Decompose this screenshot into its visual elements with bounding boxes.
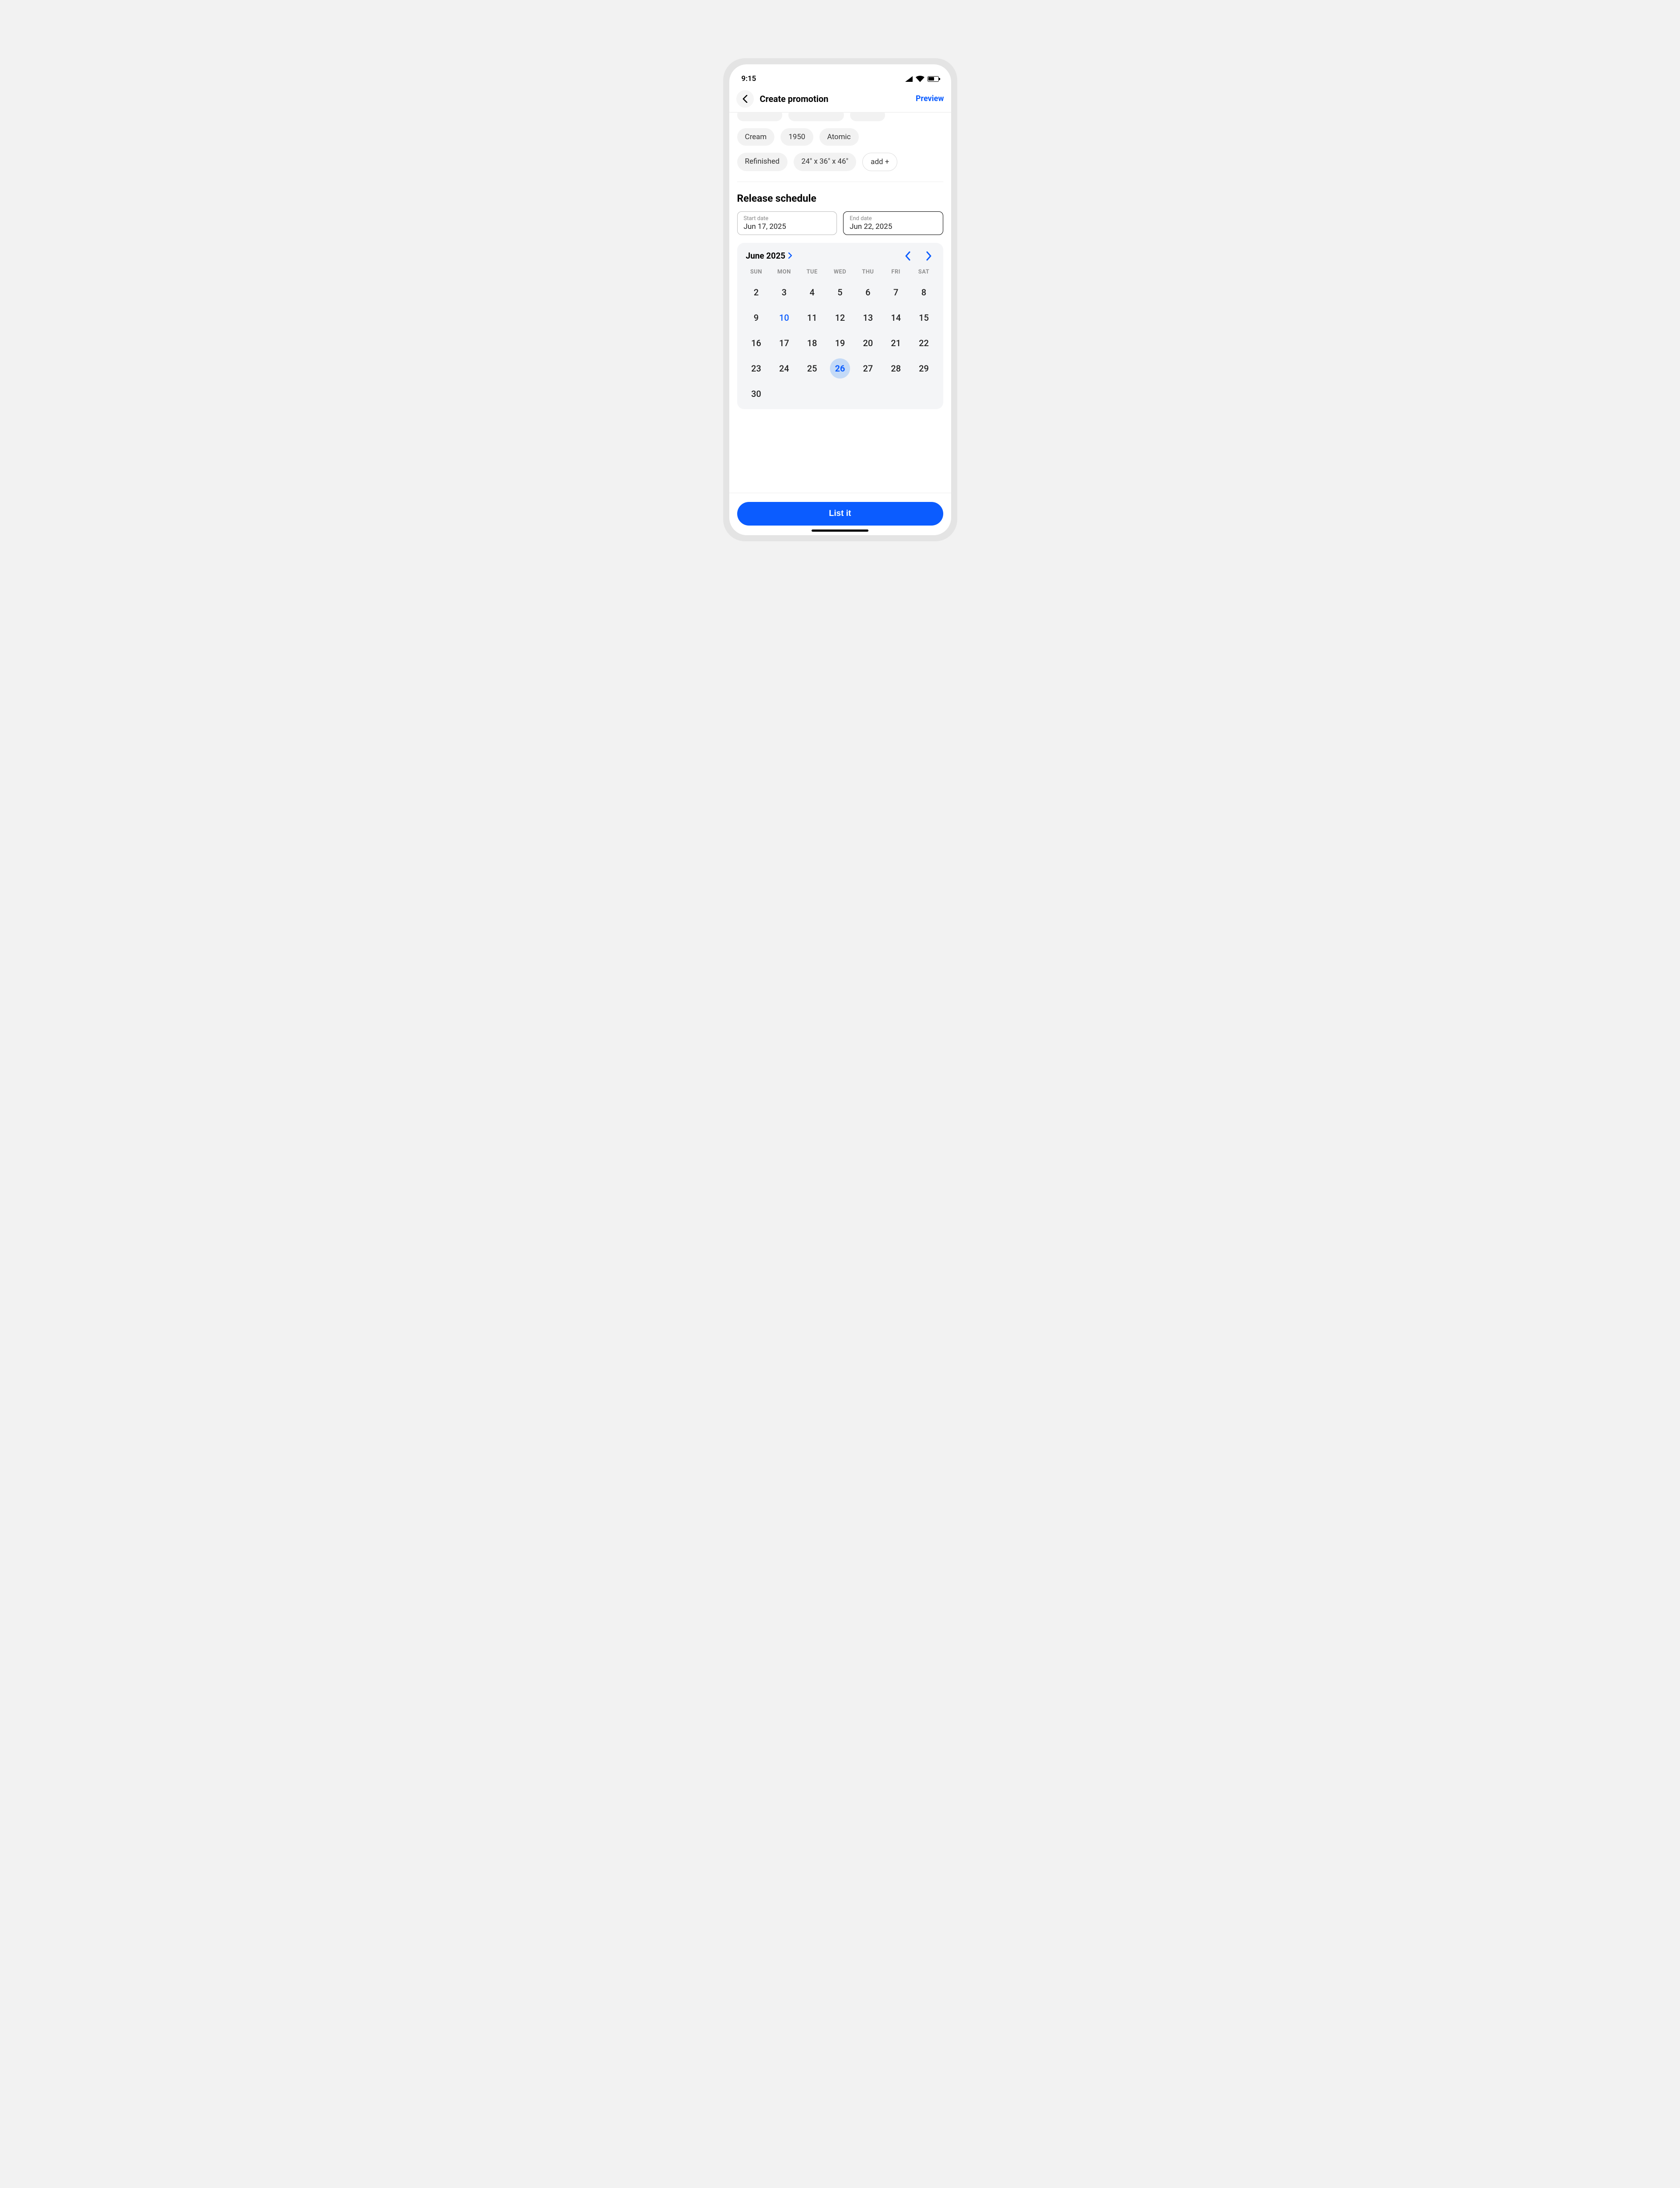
- calendar-day[interactable]: 7: [882, 280, 910, 305]
- calendar-day[interactable]: 12: [826, 305, 854, 330]
- calendar-day[interactable]: 5: [826, 280, 854, 305]
- status-icons: [905, 76, 939, 82]
- calendar-day[interactable]: 10: [770, 305, 798, 330]
- calendar-day[interactable]: 25: [798, 356, 826, 381]
- calendar-day[interactable]: 15: [910, 305, 938, 330]
- calendar-empty: [826, 381, 854, 407]
- calendar-day[interactable]: 4: [798, 280, 826, 305]
- calendar-day[interactable]: 27: [854, 356, 882, 381]
- calendar-day[interactable]: 9: [742, 305, 770, 330]
- date-fields: Start date Jun 17, 2025 End date Jun 22,…: [729, 211, 951, 235]
- chip[interactable]: Cream: [737, 128, 775, 146]
- chevron-left-icon: [742, 95, 748, 103]
- calendar-day[interactable]: 2: [742, 280, 770, 305]
- calendar-day[interactable]: 26: [826, 356, 854, 381]
- chip-row: Cream 1950 Atomic: [729, 128, 951, 146]
- calendar-empty: [798, 381, 826, 407]
- chip-row: Refinished 24" x 36" x 46" add +: [729, 153, 951, 171]
- status-bar: 9:15: [729, 64, 951, 85]
- chip[interactable]: Mid Century: [788, 112, 844, 121]
- status-time: 9:15: [742, 74, 756, 83]
- calendar-empty: [854, 381, 882, 407]
- calendar-empty: [910, 381, 938, 407]
- dow-label: THU: [854, 266, 882, 280]
- phone-frame: 9:15 Create promotion Preview: [723, 58, 957, 541]
- start-date-field[interactable]: Start date Jun 17, 2025: [737, 211, 837, 235]
- chip[interactable]: Atomic: [819, 128, 859, 146]
- cellular-icon: [905, 76, 913, 82]
- calendar-day[interactable]: 19: [826, 330, 854, 356]
- calendar-day[interactable]: 16: [742, 330, 770, 356]
- list-it-button[interactable]: List it: [737, 502, 943, 526]
- start-date-value: Jun 17, 2025: [744, 222, 831, 231]
- chip[interactable]: Wood: [850, 112, 885, 121]
- calendar-grid: SUNMONTUEWEDTHUFRISAT2345678910111213141…: [742, 266, 938, 407]
- chip[interactable]: 24" x 36" x 46": [794, 153, 856, 171]
- chevron-right-icon: [926, 251, 932, 261]
- calendar-day[interactable]: 21: [882, 330, 910, 356]
- page-header: Create promotion Preview: [729, 85, 951, 112]
- calendar-empty: [770, 381, 798, 407]
- end-date-value: Jun 22, 2025: [850, 222, 937, 231]
- page-body: Furniture Mid Century Wood Cream 1950 At…: [729, 112, 951, 493]
- battery-icon: [928, 76, 939, 82]
- chevron-right-icon: [788, 251, 792, 261]
- calendar-day[interactable]: 23: [742, 356, 770, 381]
- page-title: Create promotion: [760, 94, 829, 104]
- end-date-field[interactable]: End date Jun 22, 2025: [843, 211, 943, 235]
- chevron-left-icon: [905, 251, 911, 261]
- dow-label: MON: [770, 266, 798, 280]
- prev-month-button[interactable]: [905, 251, 911, 261]
- calendar-day[interactable]: 22: [910, 330, 938, 356]
- screen: 9:15 Create promotion Preview: [729, 64, 951, 535]
- end-date-label: End date: [850, 215, 937, 222]
- footer: List it: [729, 493, 951, 535]
- month-label: June 2025: [746, 251, 786, 261]
- add-chip-button[interactable]: add +: [862, 153, 897, 171]
- calendar-day[interactable]: 3: [770, 280, 798, 305]
- calendar-day[interactable]: 14: [882, 305, 910, 330]
- calendar-empty: [882, 381, 910, 407]
- chip-row-clipped: Furniture Mid Century Wood: [729, 112, 951, 121]
- wifi-icon: [916, 76, 924, 82]
- back-button[interactable]: [736, 90, 754, 108]
- calendar-day[interactable]: 29: [910, 356, 938, 381]
- dow-label: TUE: [798, 266, 826, 280]
- calendar-day[interactable]: 17: [770, 330, 798, 356]
- calendar-nav: [905, 251, 934, 261]
- calendar-day[interactable]: 13: [854, 305, 882, 330]
- calendar-day[interactable]: 28: [882, 356, 910, 381]
- dow-label: FRI: [882, 266, 910, 280]
- calendar-day[interactable]: 6: [854, 280, 882, 305]
- dow-label: SAT: [910, 266, 938, 280]
- dow-label: WED: [826, 266, 854, 280]
- calendar-day[interactable]: 20: [854, 330, 882, 356]
- chip[interactable]: 1950: [780, 128, 813, 146]
- calendar-day[interactable]: 8: [910, 280, 938, 305]
- calendar-day[interactable]: 11: [798, 305, 826, 330]
- calendar-day[interactable]: 30: [742, 381, 770, 407]
- month-picker[interactable]: June 2025: [746, 251, 793, 261]
- section-title-release: Release schedule: [729, 182, 951, 211]
- next-month-button[interactable]: [926, 251, 932, 261]
- calendar-panel: June 2025: [737, 243, 943, 409]
- home-indicator: [812, 529, 868, 532]
- calendar-day[interactable]: 24: [770, 356, 798, 381]
- chip[interactable]: Refinished: [737, 153, 788, 171]
- preview-button[interactable]: Preview: [916, 94, 944, 103]
- calendar-day[interactable]: 18: [798, 330, 826, 356]
- start-date-label: Start date: [744, 215, 831, 222]
- calendar-header: June 2025: [742, 251, 938, 266]
- dow-label: SUN: [742, 266, 770, 280]
- chip[interactable]: Furniture: [737, 112, 782, 121]
